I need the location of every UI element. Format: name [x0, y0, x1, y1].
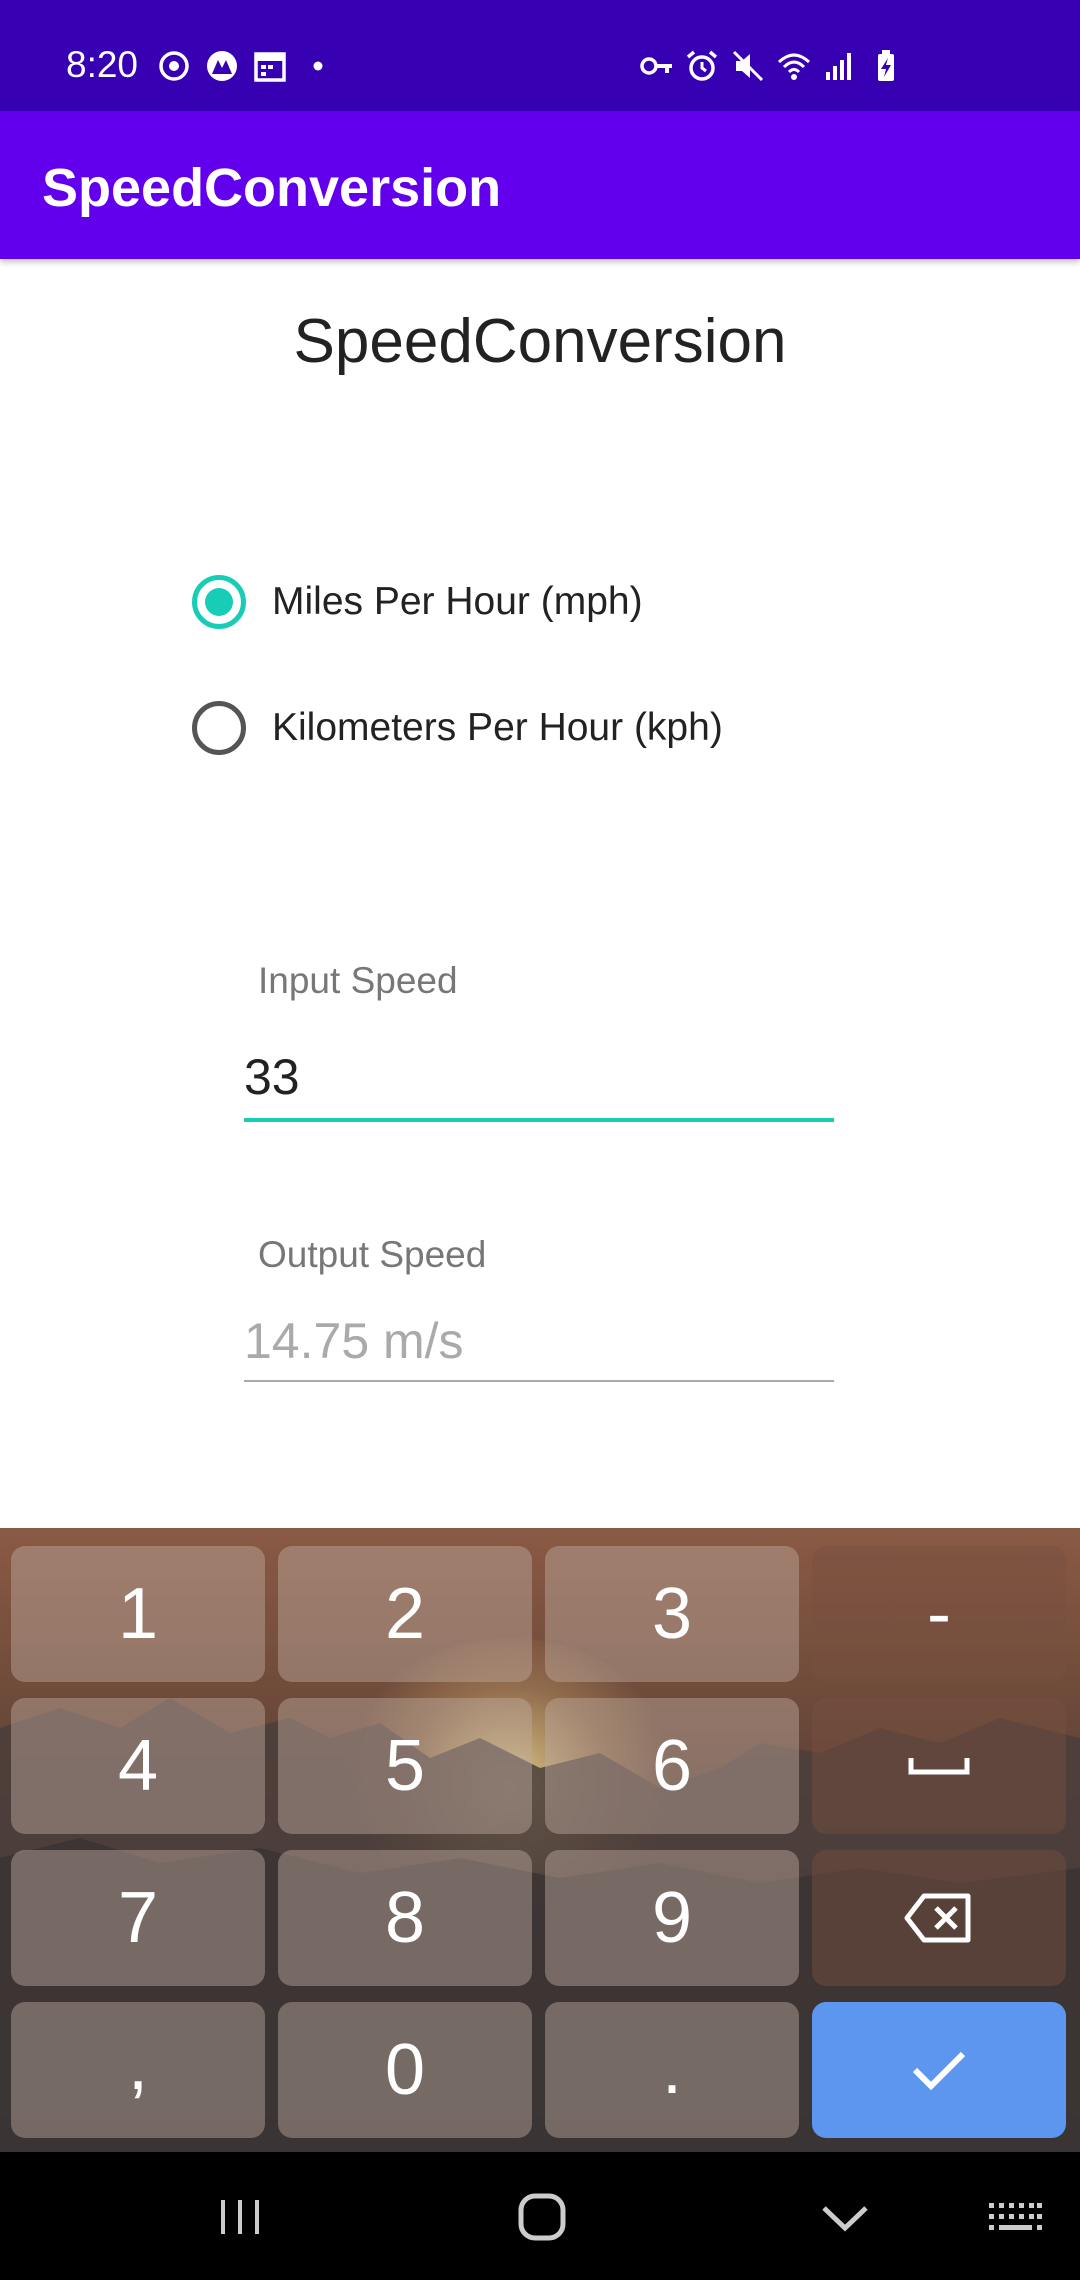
mute-icon: [732, 50, 764, 82]
calendar-icon: [254, 52, 286, 82]
key-done[interactable]: [812, 2002, 1066, 2138]
key-0[interactable]: 0: [278, 2002, 532, 2138]
radio-label-mph: Miles Per Hour (mph): [272, 580, 643, 623]
key-5[interactable]: 5: [278, 1698, 532, 1834]
navigation-bar: [0, 2152, 1080, 2280]
status-left-icons: [156, 48, 336, 84]
space-bar-icon: [908, 1758, 970, 1775]
key-4[interactable]: 4: [11, 1698, 265, 1834]
input-speed-field[interactable]: [244, 1032, 834, 1122]
input-speed-label: Input Speed: [258, 960, 458, 1001]
key-period[interactable]: .: [545, 2002, 799, 2138]
backspace-icon: [904, 1893, 971, 1943]
signal-icon: [826, 53, 851, 80]
output-speed-field: [244, 1296, 834, 1386]
radio-button-checked[interactable]: [192, 575, 246, 629]
app-notification-icon: [207, 51, 237, 81]
key-space[interactable]: [812, 1698, 1066, 1834]
key-minus[interactable]: -: [812, 1546, 1066, 1682]
recent-apps-icon: [221, 2200, 259, 2234]
key-8[interactable]: 8: [278, 1850, 532, 1986]
key-2[interactable]: 2: [278, 1546, 532, 1682]
home-button[interactable]: [502, 2182, 582, 2252]
input-speed-underline: [244, 1118, 834, 1122]
key-backspace[interactable]: [812, 1850, 1066, 1986]
back-down-icon: [822, 2206, 868, 2232]
key-6[interactable]: 6: [545, 1698, 799, 1834]
radio-button-unchecked[interactable]: [192, 701, 246, 755]
key-9[interactable]: 9: [545, 1850, 799, 1986]
vpn-key-icon: [640, 57, 672, 75]
key-1[interactable]: 1: [11, 1546, 265, 1682]
output-speed-underline: [244, 1380, 834, 1382]
key-7[interactable]: 7: [11, 1850, 265, 1986]
status-time: 8:20: [66, 44, 139, 85]
dot-icon: [313, 61, 323, 71]
sync-icon: [159, 51, 189, 81]
numeric-keyboard: 1 2 3 - 4 5 6 7 8 9 , 0 .: [0, 1528, 1080, 2152]
status-right-icons: [638, 48, 904, 84]
radio-kph[interactable]: Kilometers Per Hour (kph): [192, 688, 723, 768]
output-speed-label: Output Speed: [258, 1234, 487, 1275]
wifi-icon: [777, 53, 811, 80]
key-comma[interactable]: ,: [11, 2002, 265, 2138]
check-icon: [912, 2051, 966, 2091]
page-title: SpeedConversion: [293, 307, 787, 376]
app-bar-title: SpeedConversion: [42, 158, 502, 218]
radio-dot: [205, 588, 233, 616]
radio-label-kph: Kilometers Per Hour (kph): [272, 706, 723, 749]
app-bar: SpeedConversion: [0, 111, 1080, 259]
back-button[interactable]: [805, 2182, 885, 2252]
home-icon: [518, 2193, 566, 2241]
key-3[interactable]: 3: [545, 1546, 799, 1682]
recent-apps-button[interactable]: [200, 2182, 280, 2252]
radio-mph[interactable]: Miles Per Hour (mph): [192, 562, 643, 642]
alarm-icon: [686, 50, 718, 81]
battery-charging-icon: [878, 50, 894, 81]
keyboard-icon: [989, 2203, 1042, 2230]
keyboard-switch-button[interactable]: [975, 2182, 1055, 2252]
status-bar: 8:20: [0, 0, 1080, 111]
